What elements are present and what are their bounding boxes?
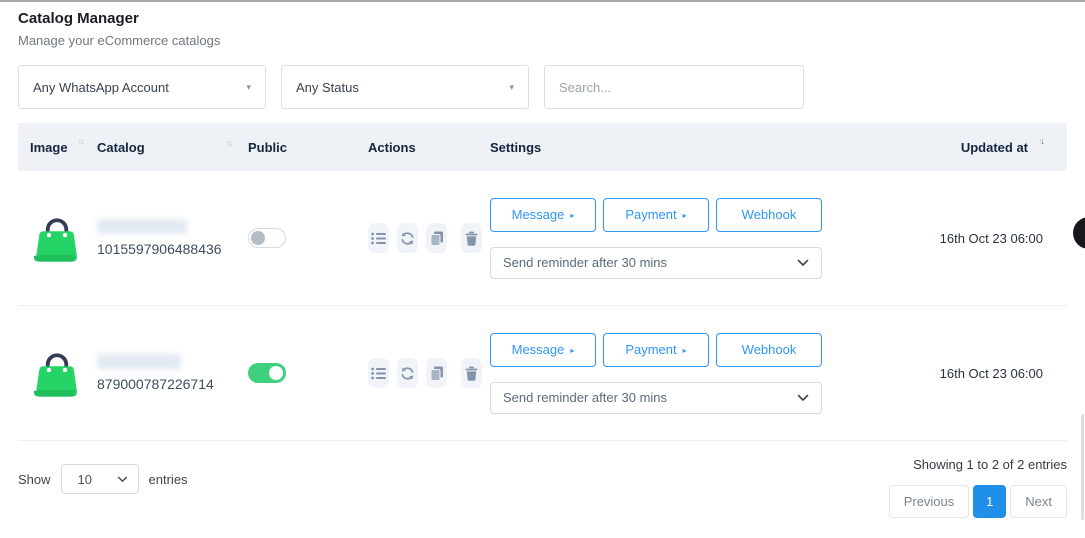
delete-button[interactable] (461, 358, 482, 388)
reminder-select-value: Send reminder after 30 mins (503, 255, 667, 270)
scrollbar-thumb[interactable] (1081, 414, 1084, 520)
view-products-button[interactable] (368, 358, 389, 388)
caret-right-icon: ▸ (683, 346, 687, 355)
catalog-id: 879000787226714 (97, 376, 248, 392)
catalog-name-redacted (97, 354, 181, 369)
sort-icon[interactable]: ↑↓ (78, 136, 83, 146)
page-title: Catalog Manager (18, 10, 1067, 27)
page-1-button[interactable]: 1 (973, 485, 1006, 518)
catalog-id: 1015597906488436 (97, 241, 248, 257)
table-footer: Show 10 entries Showing 1 to 2 of 2 entr… (18, 454, 1067, 518)
column-header-catalog[interactable]: Catalog ↑↓ (97, 140, 248, 155)
sort-icon[interactable]: ↑↓ (1038, 136, 1043, 146)
catalog-table: Image ↑↓ Catalog ↑↓ Public Actions Setti… (18, 123, 1067, 441)
caret-right-icon: ▸ (570, 346, 574, 355)
view-products-button[interactable] (368, 223, 389, 253)
column-header-image[interactable]: Image ↑↓ (18, 140, 97, 155)
table-header: Image ↑↓ Catalog ↑↓ Public Actions Setti… (18, 123, 1067, 171)
sync-button[interactable] (397, 358, 418, 388)
column-header-actions: Actions (368, 140, 490, 155)
status-filter[interactable]: Any Status ▾ (281, 65, 529, 109)
public-toggle[interactable] (248, 228, 286, 248)
sync-button[interactable] (397, 223, 418, 253)
copy-button[interactable] (426, 223, 447, 253)
message-settings-button[interactable]: Message ▸ (490, 198, 596, 232)
chevron-down-icon: ▾ (509, 82, 514, 93)
message-settings-button[interactable]: Message ▸ (490, 333, 596, 367)
show-label: Show (18, 472, 51, 487)
copy-icon (430, 366, 444, 381)
payment-settings-button[interactable]: Payment ▸ (603, 333, 709, 367)
catalog-image-shopping-bag-icon (30, 209, 84, 267)
table-row: 879000787226714 (18, 306, 1067, 441)
reminder-select[interactable]: Send reminder after 30 mins (490, 247, 822, 279)
pagination: Previous 1 Next (889, 485, 1067, 518)
chevron-down-icon (797, 259, 809, 267)
chevron-down-icon: ▾ (246, 82, 251, 93)
reminder-select-value: Send reminder after 30 mins (503, 390, 667, 405)
trash-icon (465, 366, 478, 381)
next-page-button[interactable]: Next (1010, 485, 1067, 518)
payment-settings-button[interactable]: Payment ▸ (603, 198, 709, 232)
previous-page-button[interactable]: Previous (889, 485, 970, 518)
column-header-settings: Settings (490, 140, 877, 155)
refresh-icon (400, 231, 415, 246)
list-icon (371, 367, 386, 380)
updated-at: 16th Oct 23 06:00 (877, 366, 1067, 381)
entries-label: entries (149, 472, 188, 487)
sort-icon[interactable]: ↑↓ (226, 138, 231, 148)
catalog-name-redacted (97, 219, 187, 234)
toggle-knob (251, 231, 265, 245)
status-filter-value: Any Status (296, 80, 359, 95)
whatsapp-account-filter[interactable]: Any WhatsApp Account ▾ (18, 65, 266, 109)
caret-right-icon: ▸ (570, 211, 574, 220)
webhook-settings-button[interactable]: Webhook (716, 333, 822, 367)
table-row: 1015597906488436 (18, 171, 1067, 306)
search-input[interactable] (544, 65, 804, 109)
page-size-value: 10 (78, 472, 92, 487)
page-subtitle: Manage your eCommerce catalogs (18, 33, 1067, 48)
caret-right-icon: ▸ (683, 211, 687, 220)
catalog-image-shopping-bag-icon (30, 344, 84, 402)
delete-button[interactable] (461, 223, 482, 253)
showing-entries-text: Showing 1 to 2 of 2 entries (913, 457, 1067, 472)
public-toggle[interactable] (248, 363, 286, 383)
chevron-down-icon (797, 394, 809, 402)
webhook-settings-button[interactable]: Webhook (716, 198, 822, 232)
chevron-down-icon (117, 476, 128, 483)
updated-at: 16th Oct 23 06:00 (877, 231, 1067, 246)
toggle-knob (269, 366, 283, 380)
refresh-icon (400, 366, 415, 381)
whatsapp-account-filter-value: Any WhatsApp Account (33, 80, 169, 95)
column-header-public: Public (248, 140, 368, 155)
copy-button[interactable] (426, 358, 447, 388)
page-size-select[interactable]: 10 (61, 464, 139, 494)
column-header-updated-at[interactable]: Updated at ↑↓ (877, 140, 1067, 155)
filter-bar: Any WhatsApp Account ▾ Any Status ▾ (18, 65, 1067, 109)
reminder-select[interactable]: Send reminder after 30 mins (490, 382, 822, 414)
copy-icon (430, 231, 444, 246)
list-icon (371, 232, 386, 245)
trash-icon (465, 231, 478, 246)
